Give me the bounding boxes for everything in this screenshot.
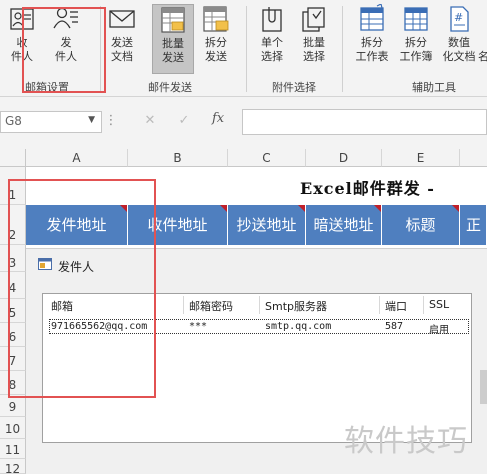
split-sheet-label-2: 工作表 [355,50,389,63]
column-header-f[interactable] [460,149,487,167]
select-all-corner[interactable] [0,149,26,167]
highlight-box-sheet [8,179,156,398]
cancel-icon[interactable]: ✕ [140,111,160,133]
numeric-doc-icon: # [450,6,469,32]
split-send-button[interactable]: 拆分 发送 [198,4,234,74]
group-label-tools: 辅助工具 [412,81,456,94]
grid-col-separator [259,296,260,314]
name-box-value: G8 [5,114,22,128]
row-header-10[interactable]: 10 [0,417,26,439]
split-sheet-label-1: 拆分 [361,36,383,49]
grid-col-separator [183,296,184,314]
row-header-11[interactable]: 11 [0,439,26,459]
split-sheet-button[interactable]: 拆分 工作表 [350,4,394,74]
row-port: 587 [385,321,404,332]
split-sheet-icon [360,4,384,31]
row-header-9[interactable]: 9 [0,395,26,417]
send-doc-label-2: 文档 [111,50,133,63]
group-separator [342,6,343,92]
group-separator [246,6,247,92]
confirm-icon[interactable]: ✓ [174,111,194,133]
batch-send-label-2: 发送 [162,51,184,64]
row-password: *** [189,321,208,332]
header-cell-text: 抄送地址 [236,216,297,234]
column-header-e[interactable]: E [382,149,460,167]
single-select-button[interactable]: 单个 选择 [254,4,290,74]
grid-col-separator [423,296,424,314]
ribbon: 收 件人 发 件人 发送 文档 批量 发送 拆分 发送 单个 选择 批量 选择 … [0,0,487,97]
comment-marker [452,205,459,212]
batch-send-button[interactable]: 批量 发送 [152,4,194,74]
header-cell-cc[interactable]: 抄送地址 [228,205,306,245]
single-select-label-1: 单个 [261,36,283,49]
watermark: 软件技巧 [344,424,468,459]
highlight-box-ribbon [22,7,106,93]
group-label-send: 邮件发送 [148,81,192,94]
batch-select-label-2: 选择 [303,50,325,63]
numeric-doc-label-1: 数值 [448,36,470,49]
partial-label-2: 名 [478,50,487,63]
grid-col-port[interactable]: 端口 [385,298,407,314]
fx-icon[interactable]: fx [212,111,224,126]
grid-col-smtp[interactable]: Smtp服务器 [265,298,327,314]
comment-marker [374,205,381,212]
formula-bar: G8 ▼ ⋮ ✕ ✓ fx [0,97,487,149]
vertical-scrollbar[interactable] [480,370,487,404]
split-book-icon [404,7,428,31]
header-cell-text: 暗送地址 [313,216,374,234]
send-doc-label-1: 发送 [111,36,133,49]
numeric-doc-label-2: 化文档 [442,50,476,63]
header-cell-subject[interactable]: 标题 [382,205,460,245]
header-cell-text: 标题 [405,216,436,234]
numeric-doc-button[interactable]: # 数值 化文档 [440,4,478,74]
row-header-12[interactable]: 12 [0,459,26,474]
comment-marker [298,205,305,212]
batch-select-button[interactable]: 批量 选择 [296,4,332,74]
header-cell-body[interactable]: 正 [460,205,487,245]
batch-send-label-1: 批量 [162,37,184,50]
clip-single-icon [262,7,282,32]
send-doc-button[interactable]: 发送 文档 [104,4,140,74]
group-label-attach: 附件选择 [272,81,316,94]
clip-batch-icon [302,7,325,32]
partial-icon [478,4,487,34]
batch-send-icon [161,7,185,33]
split-book-label-2: 工作簿 [399,50,433,63]
split-send-label-1: 拆分 [205,36,227,49]
column-header-c[interactable]: C [228,149,306,167]
single-select-label-2: 选择 [261,50,283,63]
split-send-icon [203,6,229,32]
partial-button[interactable]: 名 [478,4,487,74]
column-header-d[interactable]: D [306,149,382,167]
split-book-label-1: 拆分 [405,36,427,49]
svg-text:#: # [454,11,463,24]
grid-col-password[interactable]: 邮箱密码 [189,298,233,314]
split-book-button[interactable]: 拆分 工作簿 [396,4,436,74]
name-box[interactable]: G8 ▼ [0,111,102,133]
split-send-label-2: 发送 [205,50,227,63]
header-cell-text: 收件地址 [147,216,208,234]
grid-col-separator [379,296,380,314]
formula-input[interactable] [242,109,487,135]
more-icon: ⋮ [104,113,118,128]
batch-select-label-1: 批量 [303,36,325,49]
chevron-down-icon[interactable]: ▼ [88,115,95,125]
row-ssl: 启用 [429,325,449,336]
comment-marker [220,205,227,212]
header-cell-bcc[interactable]: 暗送地址 [306,205,382,245]
column-header-a[interactable]: A [26,149,128,167]
column-header-b[interactable]: B [128,149,228,167]
envelope-icon [109,10,135,28]
row-smtp: smtp.qq.com [265,321,332,332]
grid-col-ssl[interactable]: SSL [429,298,449,311]
sheet-title: Excel邮件群发 - [300,179,435,198]
header-cell-text: 正 [466,216,482,234]
excel-window: 收 件人 发 件人 发送 文档 批量 发送 拆分 发送 单个 选择 批量 选择 … [0,0,487,474]
